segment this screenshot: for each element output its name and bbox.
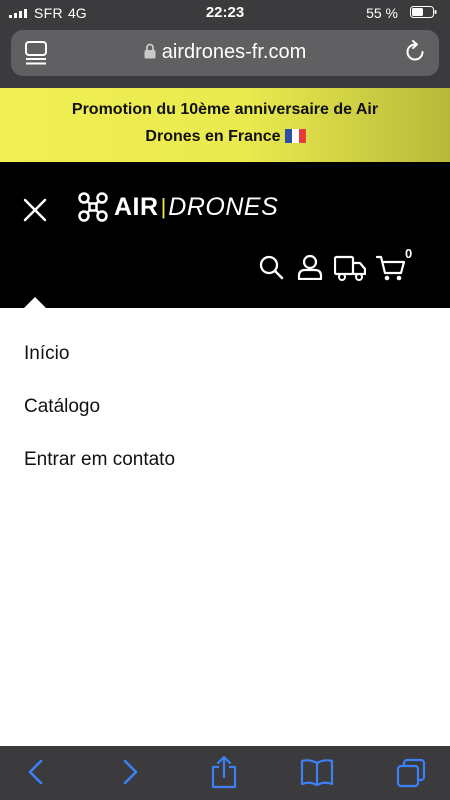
menu-item-contato[interactable]: Entrar em contato xyxy=(24,449,175,471)
menu-item-catalogo[interactable]: Catálogo xyxy=(24,396,100,418)
tabs-overview-icon[interactable] xyxy=(396,758,426,788)
menu-pointer xyxy=(24,297,46,308)
lock-icon xyxy=(144,43,156,59)
status-bar: SFR 4G 22:23 55 % xyxy=(0,0,450,26)
site-header: AIR | DRONES 0 xyxy=(0,162,450,308)
site-logo[interactable]: AIR | DRONES xyxy=(78,190,278,224)
account-icon[interactable] xyxy=(297,254,323,280)
search-icon[interactable] xyxy=(258,254,284,280)
back-icon[interactable] xyxy=(24,758,46,786)
promo-line-2: Drones en France xyxy=(0,123,450,150)
drone-logo-icon xyxy=(78,192,108,222)
france-flag-icon xyxy=(284,129,306,143)
logo-air-text: AIR xyxy=(114,192,159,221)
close-icon[interactable] xyxy=(22,197,48,223)
browser-chrome: SFR 4G 22:23 55 % airdrones-fr.com xyxy=(0,0,450,88)
browser-toolbar xyxy=(0,746,450,800)
cart-icon[interactable] xyxy=(376,254,406,282)
delivery-truck-icon[interactable] xyxy=(334,254,366,282)
promo-line-1: Promotion du 10ème anniversaire de Air xyxy=(71,101,379,118)
url-text: airdrones-fr.com xyxy=(161,41,307,63)
address-bar[interactable]: airdrones-fr.com xyxy=(11,30,439,76)
promo-line-2-text: Drones en France xyxy=(145,128,281,145)
reload-icon[interactable] xyxy=(403,40,427,64)
logo-drones-text: DRONES xyxy=(168,192,279,221)
logo-separator: | xyxy=(160,194,167,219)
url-display[interactable]: airdrones-fr.com xyxy=(11,41,439,64)
promo-banner[interactable]: Promotion du 10ème anniversaire de Air D… xyxy=(0,88,450,162)
bookmarks-icon[interactable] xyxy=(300,758,334,786)
cart-count-badge: 0 xyxy=(405,246,413,261)
menu-item-inicio[interactable]: Início xyxy=(24,343,69,365)
battery-percentage: 55 % xyxy=(366,5,398,21)
share-icon[interactable] xyxy=(210,755,238,789)
forward-icon[interactable] xyxy=(120,758,142,786)
battery-icon xyxy=(410,6,437,18)
